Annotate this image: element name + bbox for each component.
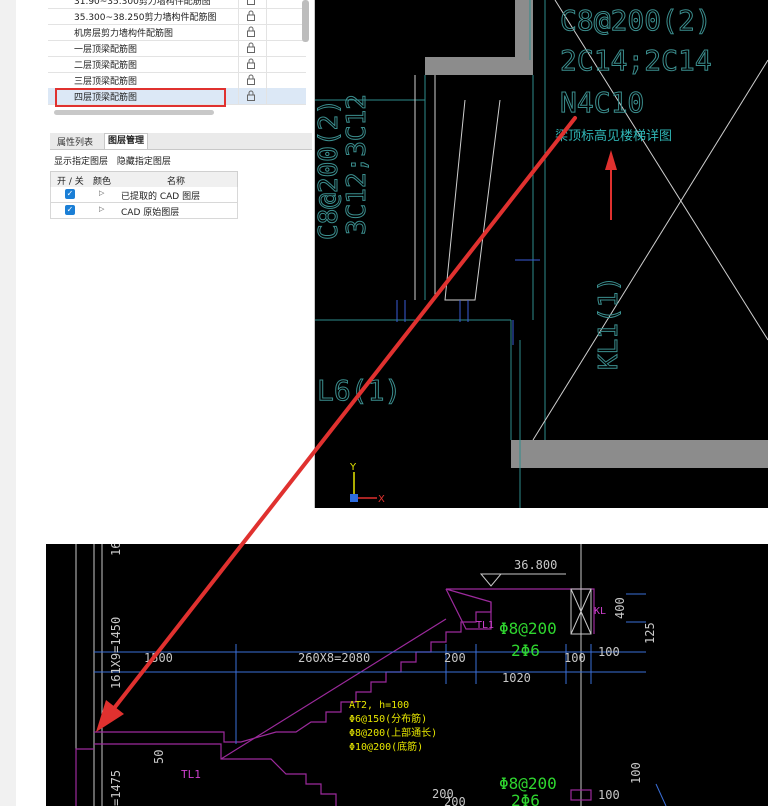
- elevation-label: 36.800: [514, 558, 557, 572]
- lock-icon[interactable]: [246, 10, 256, 21]
- show-layer-button[interactable]: 显示指定图层: [54, 157, 108, 167]
- dimension-label: 50: [152, 750, 166, 764]
- stair-note: Φ10@200(底筋): [349, 740, 423, 753]
- cad-label: L6(1): [317, 374, 401, 407]
- drawing-list-item[interactable]: 一层顶梁配筋图: [48, 40, 306, 57]
- red-highlight-box: [55, 88, 226, 107]
- lock-icon[interactable]: [246, 90, 256, 101]
- dimension-label: 161X9=1450: [109, 617, 123, 689]
- cad-label: N4C10: [560, 86, 644, 119]
- cad-label: 2C14;2C14: [560, 44, 712, 77]
- tab-layer-management[interactable]: 图层管理: [104, 133, 149, 149]
- hide-layer-button[interactable]: 隐藏指定图层: [117, 157, 171, 167]
- drawing-name: 二层顶梁配筋图: [74, 61, 138, 71]
- rebar-label: 2Φ6: [511, 641, 540, 660]
- lock-icon[interactable]: [246, 58, 256, 69]
- stair-note: AT2, h=100: [349, 700, 409, 711]
- lock-icon[interactable]: [246, 74, 256, 85]
- layer-table-header: 开 / 关 颜色 名称: [50, 171, 238, 188]
- stair-note: Φ8@200(上部通长): [349, 726, 437, 739]
- axis-y-label: Y: [349, 462, 357, 473]
- horizontal-scrollbar[interactable]: [54, 110, 214, 115]
- cad-viewport-bottom[interactable]: 16 36.800 1500 260X8=2080 200 100 100 10…: [46, 544, 768, 806]
- dimension-label: =1475: [109, 770, 123, 806]
- axis-x-label: X: [378, 494, 385, 505]
- tab-properties[interactable]: 属性列表: [54, 135, 96, 148]
- elevation-triangle-icon: [479, 573, 503, 587]
- dimension-label: 400: [613, 597, 627, 619]
- red-up-arrow-icon: [605, 150, 617, 220]
- rebar-label: 2Φ6: [511, 791, 540, 806]
- drawing-name: 35.300~38.250剪力墙构件配筋图: [74, 13, 217, 23]
- drawing-name: 三层顶梁配筋图: [74, 77, 138, 87]
- drawing-name: 31.90~35.300剪力墙构件配筋图: [74, 0, 211, 7]
- column-name: 名称: [167, 177, 186, 187]
- stair-note: Φ6@150(分布筋): [349, 712, 427, 725]
- dimension-label: 260X8=2080: [298, 651, 370, 665]
- cad-label: KL1(1): [594, 276, 624, 370]
- cad-viewport-top[interactable]: C8@200(2) 2C14;2C14 N4C10 梁顶标高见楼梯详图 C8@2…: [315, 0, 768, 508]
- dimension-label: 100: [598, 645, 620, 659]
- layer-row[interactable]: ✓ ▷ 已提取的 CAD 图层: [50, 187, 238, 203]
- column-color: 颜色: [93, 177, 112, 187]
- drawing-list-item[interactable]: 机房层剪力墙构件配筋图: [48, 24, 306, 41]
- lock-icon[interactable]: [246, 26, 256, 37]
- cad-label: 梁顶标高见楼梯详图: [555, 128, 672, 144]
- lock-icon[interactable]: [246, 42, 256, 53]
- cad-label: C8@200(2): [560, 4, 712, 37]
- lock-icon[interactable]: [246, 0, 256, 5]
- drawing-list-item[interactable]: 二层顶梁配筋图: [48, 56, 306, 73]
- dimension-label: 16: [109, 544, 123, 556]
- cad-label: 3C12;3C12: [342, 94, 372, 235]
- tab-bar: 属性列表 图层管理: [50, 133, 312, 150]
- drawing-name: 机房层剪力墙构件配筋图: [74, 29, 174, 39]
- dimension-label: 1500: [144, 651, 173, 665]
- dimension-label: 200: [444, 795, 466, 806]
- dimension-label: 125: [643, 622, 657, 644]
- dimension-label: 100: [598, 788, 620, 802]
- vertical-scrollbar[interactable]: [302, 0, 309, 42]
- cad-label: KL: [594, 606, 606, 617]
- checkbox-checked-icon[interactable]: ✓: [65, 189, 75, 199]
- dimension-label: 200: [444, 651, 466, 665]
- drawing-list-item[interactable]: 35.300~38.250剪力墙构件配筋图: [48, 8, 306, 25]
- dimension-label: 100: [564, 651, 586, 665]
- layer-row[interactable]: ✓ ▷ CAD 原始图层: [50, 203, 238, 219]
- drawing-name: 一层顶梁配筋图: [74, 45, 138, 55]
- drawing-panel: 31.90~35.300剪力墙构件配筋图 35.300~38.250剪力墙构件配筋…: [48, 0, 315, 508]
- layer-name: 已提取的 CAD 图层: [121, 192, 201, 202]
- ucs-axis-icon: Y X: [349, 462, 385, 505]
- dimension-label: 1020: [502, 671, 531, 685]
- color-triangle-icon[interactable]: ▷: [99, 205, 104, 213]
- cad-label: TL1: [476, 620, 494, 631]
- cad-label: C8@200(2): [315, 99, 344, 240]
- checkbox-checked-icon[interactable]: ✓: [65, 205, 75, 215]
- cad-label: TL1: [181, 768, 201, 781]
- layer-name: CAD 原始图层: [121, 208, 180, 218]
- column-on-off: 开 / 关: [57, 177, 84, 187]
- drawing-list-item[interactable]: 三层顶梁配筋图: [48, 72, 306, 89]
- dimension-label: 100: [629, 762, 643, 784]
- layer-actions: 显示指定图层 隐藏指定图层: [54, 154, 177, 167]
- color-triangle-icon[interactable]: ▷: [99, 189, 104, 197]
- rebar-label: Φ8@200: [499, 619, 557, 638]
